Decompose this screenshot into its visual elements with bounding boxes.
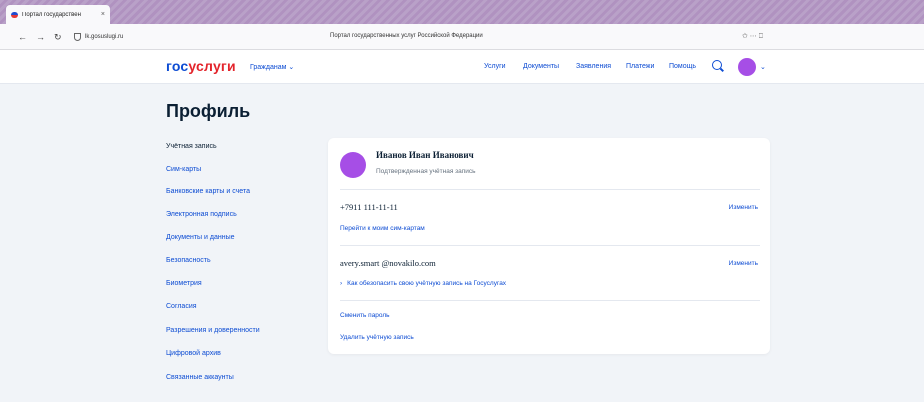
email-address: avery.smart @novakilo.com <box>340 258 436 268</box>
site-header: госуслуги Гражданам ⌄ Услуги Документы З… <box>0 50 924 84</box>
close-tab-icon[interactable]: × <box>101 11 105 18</box>
secure-account-link[interactable]: › Как обезопасить свою учётную запись на … <box>340 280 506 287</box>
sidebar-item-sim-cards[interactable]: Сим-карты <box>166 166 201 173</box>
change-password-link[interactable]: Сменить пароль <box>340 312 390 319</box>
browser-tab-bar: Портал государствен × <box>0 0 924 24</box>
gosuslugi-favicon-icon <box>11 11 18 18</box>
delete-account-link[interactable]: Удалить учётную запись <box>340 334 414 341</box>
nav-documents[interactable]: Документы <box>523 63 559 70</box>
shield-icon <box>74 33 81 41</box>
reload-icon[interactable]: ↻ <box>54 31 62 43</box>
edit-email-link[interactable]: Изменить <box>729 260 758 267</box>
divider <box>340 189 760 190</box>
browser-tab[interactable]: Портал государствен × <box>6 5 110 24</box>
back-icon[interactable]: ← <box>18 31 27 43</box>
profile-avatar <box>340 152 366 178</box>
logo-part-uslugi: услуги <box>188 58 236 74</box>
divider <box>340 245 760 246</box>
nav-payments[interactable]: Платежи <box>626 63 654 70</box>
sidebar-item-security[interactable]: Безопасность <box>166 257 211 264</box>
divider <box>340 300 760 301</box>
verified-status: Подтвержденная учётная запись <box>376 168 476 175</box>
sidebar-item-linked-accounts[interactable]: Связанные аккаунты <box>166 374 234 381</box>
forward-icon[interactable]: → <box>36 31 45 43</box>
secure-account-link-label: Как обезопасить свою учётную запись на Г… <box>347 280 507 287</box>
sidebar-item-consents[interactable]: Согласия <box>166 303 197 310</box>
nav-applications[interactable]: Заявления <box>576 63 611 70</box>
sidebar-item-bank-cards[interactable]: Банковские карты и счета <box>166 188 250 195</box>
sidebar-item-documents[interactable]: Документы и данные <box>166 234 235 241</box>
browser-navbar: ← → ↻ lk.gosuslugi.ru Портал государстве… <box>0 24 924 50</box>
sidebar-item-e-signature[interactable]: Электронная подпись <box>166 211 237 218</box>
nav-help[interactable]: Помощь <box>669 63 696 70</box>
address-bar-url: lk.gosuslugi.ru <box>85 34 124 40</box>
logo-part-gos: гос <box>166 58 189 74</box>
sidebar-item-account[interactable]: Учётная запись <box>166 143 217 150</box>
sidebar-item-permissions[interactable]: Разрешения и доверенности <box>166 327 260 334</box>
sidebar-item-digital-archive[interactable]: Цифровой архив <box>166 350 221 357</box>
browser-tab-title: Портал государствен <box>22 11 81 18</box>
chevron-right-icon: › <box>340 280 343 287</box>
browser-toolbar-icons[interactable]: ✩ ⋯ ⎕ <box>742 32 763 41</box>
account-card: Иванов Иван Иванович Подтвержденная учёт… <box>328 138 770 354</box>
address-bar[interactable]: lk.gosuslugi.ru <box>74 30 234 44</box>
user-avatar[interactable] <box>738 58 756 76</box>
phone-number: +7911 111-11-11 <box>340 202 398 212</box>
edit-phone-link[interactable]: Изменить <box>729 204 758 211</box>
gosuslugi-logo[interactable]: госуслуги <box>166 58 236 74</box>
search-icon[interactable] <box>712 60 722 70</box>
sim-cards-link[interactable]: Перейти к моим сим-картам <box>340 225 425 232</box>
chevron-down-icon[interactable]: ⌄ <box>760 63 766 71</box>
nav-services[interactable]: Услуги <box>484 63 506 70</box>
citizens-dropdown[interactable]: Гражданам ⌄ <box>250 63 294 71</box>
window-title: Портал государственных услуг Российской … <box>330 33 483 39</box>
full-name: Иванов Иван Иванович <box>376 150 474 160</box>
sidebar-item-biometrics[interactable]: Биометрия <box>166 280 202 287</box>
page-title: Профиль <box>166 101 251 121</box>
